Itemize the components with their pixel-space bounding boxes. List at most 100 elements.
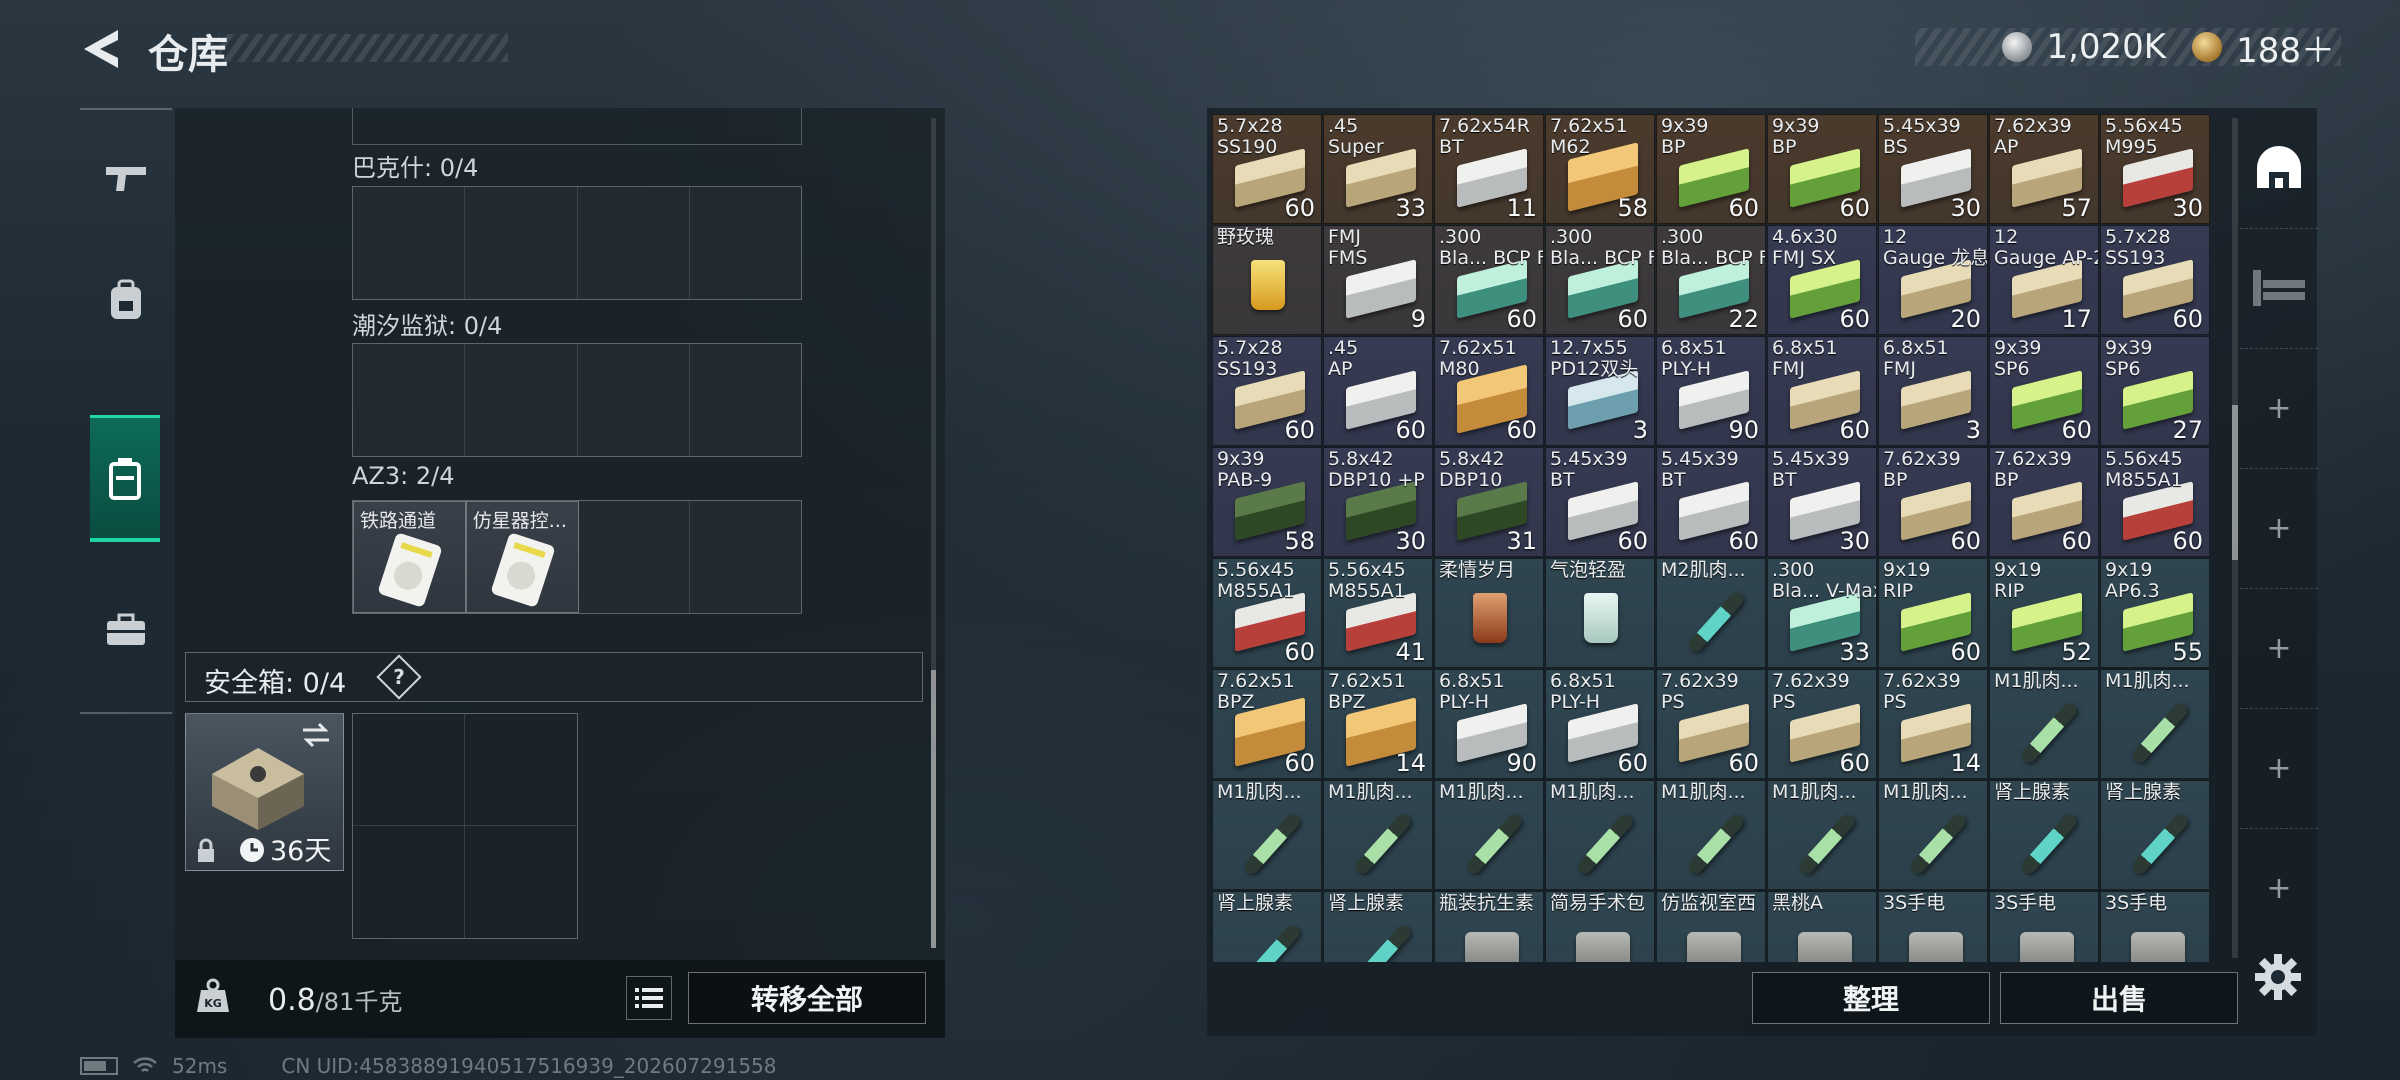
nav-weapons[interactable]	[90, 118, 162, 238]
inventory-item[interactable]: 7.62x51 M80 60	[1434, 336, 1544, 446]
empty-slot[interactable]	[690, 501, 801, 613]
nav-tools[interactable]	[90, 570, 162, 690]
inventory-item[interactable]: M1肌肉...	[1323, 780, 1433, 890]
empty-slot[interactable]	[690, 187, 801, 299]
inventory-item[interactable]: M1肌肉...	[1656, 780, 1766, 890]
empty-slot[interactable]	[353, 344, 466, 456]
nav-containers[interactable]	[90, 415, 160, 542]
inventory-item[interactable]: M1肌肉...	[1878, 780, 1988, 890]
inventory-item[interactable]: 9x39 PAB-9 58	[1212, 447, 1322, 557]
inventory-item[interactable]: 5.45x39 BT 30	[1767, 447, 1877, 557]
inventory-item[interactable]: 12Gauge AP-20 17	[1989, 225, 2099, 335]
inventory-item[interactable]: 气泡轻盈	[1545, 558, 1655, 668]
warehouse-scrollbar-thumb[interactable]	[2232, 405, 2238, 560]
keycard-item[interactable]: 铁路通道	[353, 501, 466, 613]
inventory-item[interactable]: 3S手电	[1878, 891, 1988, 962]
tab-add[interactable]: +	[2240, 588, 2318, 709]
swap-icon[interactable]	[299, 722, 333, 748]
inventory-item[interactable]: 5.7x28 SS190 60	[1212, 114, 1322, 224]
inventory-item[interactable]: FMJ FMS 9	[1323, 225, 1433, 335]
tab-helmet[interactable]	[2240, 108, 2318, 229]
inventory-item[interactable]: 7.62x39 AP 57	[1989, 114, 2099, 224]
inventory-item[interactable]: 7.62x51 BPZ 14	[1323, 669, 1433, 779]
tab-gun-rack[interactable]	[2240, 228, 2318, 349]
inventory-item[interactable]: 5.45x39 BT 60	[1545, 447, 1655, 557]
keycard-item[interactable]: 仿星器控...	[465, 501, 579, 613]
settings-gear-icon[interactable]	[2253, 952, 2303, 1002]
inventory-item[interactable]: 5.8x42 DBP10 +P 30	[1323, 447, 1433, 557]
inventory-item[interactable]: 7.62x39 BP 60	[1878, 447, 1988, 557]
inventory-item[interactable]: 6.8x51 PLY-H 60	[1545, 669, 1655, 779]
inventory-item[interactable]: 5.8x42 DBP10 31	[1434, 447, 1544, 557]
inventory-item[interactable]: 瓶装抗生素	[1434, 891, 1544, 962]
inventory-item[interactable]: 肾上腺素	[2100, 780, 2210, 890]
inventory-item[interactable]: 肾上腺素	[1323, 891, 1433, 962]
inventory-item[interactable]: 9x19 RIP 52	[1989, 558, 2099, 668]
inventory-item[interactable]: .300Bla... BCP FMJ 22	[1656, 225, 1766, 335]
gold-currency-value[interactable]: 188＋	[2236, 23, 2335, 72]
help-icon[interactable]: ?	[376, 654, 422, 700]
inventory-item[interactable]: 9x19 AP6.3 55	[2100, 558, 2210, 668]
empty-slot[interactable]	[579, 501, 691, 613]
inventory-item[interactable]: 6.8x51 FMJ 60	[1767, 336, 1877, 446]
inventory-item[interactable]: .300Bla... BCP FMJ 60	[1545, 225, 1655, 335]
empty-slot[interactable]	[353, 187, 466, 299]
empty-slot[interactable]	[465, 187, 578, 299]
back-arrow-icon[interactable]	[78, 26, 124, 72]
inventory-item[interactable]: 7.62x51 M62 58	[1545, 114, 1655, 224]
inventory-item[interactable]: 7.62x54R BT 11	[1434, 114, 1544, 224]
inventory-item[interactable]: .45 Super 33	[1323, 114, 1433, 224]
tab-add[interactable]: +	[2240, 468, 2318, 589]
sort-button[interactable]: 整理	[1752, 972, 1990, 1024]
inventory-item[interactable]: 12Gauge 龙息弹 20	[1878, 225, 1988, 335]
inventory-item[interactable]: 柔情岁月	[1434, 558, 1544, 668]
sell-button[interactable]: 出售	[2000, 972, 2238, 1024]
inventory-item[interactable]: M1肌肉...	[1212, 780, 1322, 890]
inventory-item[interactable]: 5.56x45 M855A1 41	[1323, 558, 1433, 668]
inventory-item[interactable]: 肾上腺素	[1989, 780, 2099, 890]
inventory-item[interactable]: 3S手电	[1989, 891, 2099, 962]
inventory-item[interactable]: M1肌肉...	[1545, 780, 1655, 890]
transfer-all-button[interactable]: 转移全部	[688, 972, 926, 1024]
inventory-item[interactable]: 5.56x45 M855A1 60	[1212, 558, 1322, 668]
nav-equipment[interactable]	[90, 240, 162, 360]
safe-box-grid[interactable]	[352, 713, 578, 939]
inventory-item[interactable]: 7.62x51 BPZ 60	[1212, 669, 1322, 779]
inventory-item[interactable]: M1肌肉...	[1434, 780, 1544, 890]
inventory-item[interactable]: 6.8x51 PLY-H 90	[1656, 336, 1766, 446]
inventory-item[interactable]: 7.62x39 PS 14	[1878, 669, 1988, 779]
inventory-item[interactable]: .300 Bla... V-Max 33	[1767, 558, 1877, 668]
empty-slot[interactable]	[465, 344, 578, 456]
inventory-item[interactable]: 7.62x39 PS 60	[1767, 669, 1877, 779]
tab-add[interactable]: +	[2240, 348, 2318, 469]
empty-slot[interactable]	[578, 187, 690, 299]
inventory-item[interactable]: M2肌肉...	[1656, 558, 1766, 668]
tab-add[interactable]: +	[2240, 828, 2318, 948]
inventory-item[interactable]: 5.45x39 BT 60	[1656, 447, 1766, 557]
inventory-item[interactable]: 6.8x51 FMJ 3	[1878, 336, 1988, 446]
inventory-item[interactable]: M1肌肉...	[1767, 780, 1877, 890]
inventory-item[interactable]: 7.62x39 BP 60	[1989, 447, 2099, 557]
inventory-item[interactable]: 黑桃A	[1767, 891, 1877, 962]
inventory-item[interactable]: 7.62x39 PS 60	[1656, 669, 1766, 779]
inventory-item[interactable]: 5.7x28 SS193 60	[2100, 225, 2210, 335]
inventory-item[interactable]: 9x39 BP 60	[1656, 114, 1766, 224]
inventory-item[interactable]: .300Bla... BCP FMJ 60	[1434, 225, 1544, 335]
inventory-item[interactable]: 5.56x45 M855A1 60	[2100, 447, 2210, 557]
inventory-item[interactable]: 9x39 SP6 27	[2100, 336, 2210, 446]
inventory-item[interactable]: 12.7x55 PD12双头 3	[1545, 336, 1655, 446]
inventory-item[interactable]: 9x39 SP6 60	[1989, 336, 2099, 446]
inventory-item[interactable]: 4.6x30 FMJ SX 60	[1767, 225, 1877, 335]
inventory-item[interactable]: M1肌肉...	[2100, 669, 2210, 779]
inventory-item[interactable]: 5.7x28 SS193 60	[1212, 336, 1322, 446]
inventory-item[interactable]: 9x39 BP 60	[1767, 114, 1877, 224]
inventory-item[interactable]: 5.56x45 M995 30	[2100, 114, 2210, 224]
safe-box-slot[interactable]: 36天	[185, 713, 344, 871]
empty-slot[interactable]	[690, 344, 801, 456]
inventory-item[interactable]: 简易手术包	[1545, 891, 1655, 962]
inventory-item[interactable]: 9x19 RIP 60	[1878, 558, 1988, 668]
left-scrollbar-thumb[interactable]	[931, 670, 936, 948]
tab-add[interactable]: +	[2240, 708, 2318, 829]
inventory-item[interactable]: 仿监视室西	[1656, 891, 1766, 962]
list-view-button[interactable]	[626, 976, 672, 1020]
